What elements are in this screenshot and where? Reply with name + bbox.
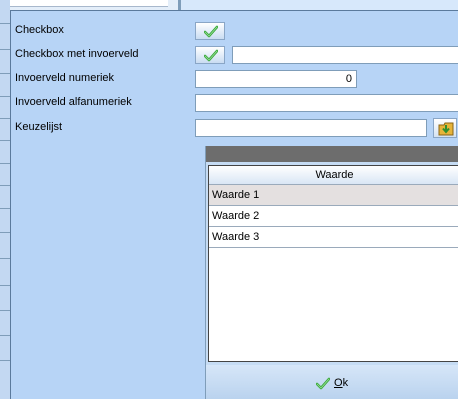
list-item[interactable]: Waarde 2: [209, 206, 458, 227]
list-item[interactable]: Waarde 3: [209, 227, 458, 248]
choice-list-dropdown: Waarde Waarde 1 Waarde 2 Waarde 3 Ok: [205, 146, 458, 399]
background-separator: [178, 0, 181, 10]
background-row-line: [0, 285, 10, 286]
background-row-line: [0, 335, 10, 336]
ok-label-rest: k: [342, 377, 349, 389]
background-row-line: [0, 163, 10, 164]
background-row-line: [0, 360, 10, 361]
background-row-line: [0, 49, 10, 50]
background-row-line: [0, 232, 10, 233]
checkbox-input-field[interactable]: [232, 46, 458, 64]
ok-button-content: Ok: [316, 376, 348, 390]
checkbox-with-input-label: Checkbox met invoerveld: [15, 48, 139, 60]
column-header-waarde[interactable]: Waarde: [209, 166, 458, 185]
background-row-line: [0, 258, 10, 259]
alphanumeric-input-field[interactable]: [195, 94, 458, 112]
choice-list-label: Keuzelijst: [15, 121, 63, 133]
list-item[interactable]: Waarde 1: [209, 185, 458, 206]
background-row-line: [0, 140, 10, 141]
background-row-line: [0, 310, 10, 311]
checkbox-toggle[interactable]: [195, 22, 225, 40]
alphanumeric-input-label: Invoerveld alfanumeriek: [15, 96, 132, 108]
checkmark-icon: [204, 49, 218, 62]
folder-arrow-icon: [438, 122, 454, 136]
checkmark-icon: [316, 377, 330, 389]
background-input-strip: [0, 0, 168, 7]
background-row-line: [0, 23, 10, 24]
background-row-line: [0, 96, 10, 97]
checkbox-label: Checkbox: [15, 24, 64, 36]
background-row-line: [0, 208, 10, 209]
choice-grid: Waarde Waarde 1 Waarde 2 Waarde 3: [208, 165, 458, 362]
choice-list-picker-button[interactable]: [433, 118, 457, 138]
checkmark-icon: [204, 25, 218, 38]
background-row-line: [0, 185, 10, 186]
numeric-input-label: Invoerveld numeriek: [15, 72, 115, 84]
ok-button[interactable]: Ok: [206, 365, 458, 399]
dropdown-title-bar: [206, 146, 458, 162]
background-row-line: [0, 73, 10, 74]
background-row-line: [0, 118, 10, 119]
background-window-edge: [0, 0, 10, 399]
checkbox-with-input-toggle[interactable]: [195, 46, 225, 64]
numeric-input-field[interactable]: 0: [195, 70, 357, 88]
ok-accelerator-key: O: [334, 377, 343, 389]
properties-form: Checkbox Checkbox met invoerveld Invoerv…: [10, 10, 458, 399]
choice-list-field[interactable]: [195, 119, 427, 137]
ok-button-label: Ok: [334, 377, 348, 389]
screen: Checkbox Checkbox met invoerveld Invoerv…: [0, 0, 458, 399]
